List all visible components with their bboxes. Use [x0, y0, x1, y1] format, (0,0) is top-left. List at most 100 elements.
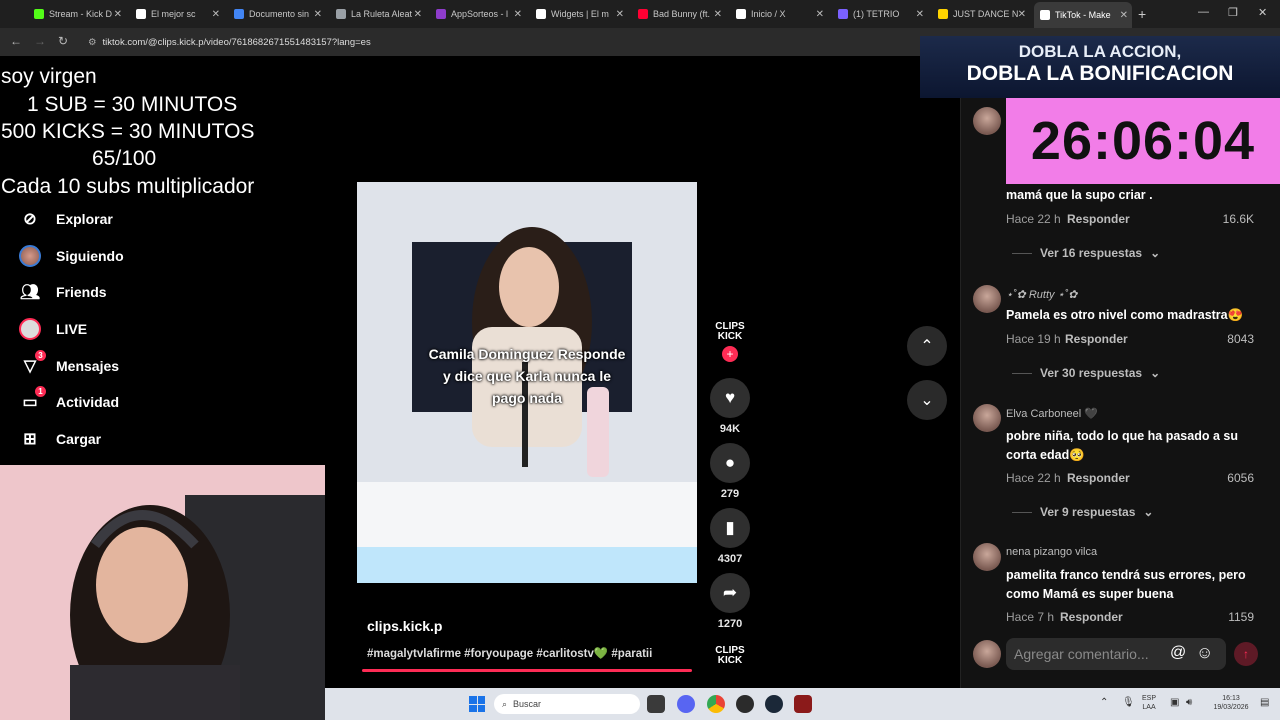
microphone-icon[interactable]: 🎙︎ — [1122, 697, 1135, 708]
language-indicator[interactable]: ESP LAA — [1142, 694, 1156, 712]
tab-close-icon[interactable]: ✕ — [916, 9, 924, 20]
reply-button[interactable]: Responder — [1067, 471, 1130, 485]
creator-avatar[interactable]: CLIPS KICK — [712, 322, 748, 342]
reload-icon[interactable]: ↻ — [58, 34, 68, 48]
sidebar-item-explorar[interactable]: ⊘ Explorar — [18, 207, 113, 231]
view-replies[interactable]: Ver 30 respuestas ⌄ — [1012, 366, 1160, 380]
avatar-icon — [18, 244, 42, 268]
sidebar-item-live[interactable]: LIVE — [18, 317, 87, 341]
chevron-down-icon: ⌄ — [920, 392, 934, 409]
new-tab-button[interactable]: + — [1138, 6, 1146, 22]
tab-close-icon[interactable]: ✕ — [114, 9, 122, 20]
sidebar-item-cargar[interactable]: ⊞ Cargar — [18, 427, 101, 451]
restore-icon[interactable]: ❐ — [1228, 6, 1238, 19]
back-icon[interactable]: ← — [10, 34, 22, 48]
comment-like-count[interactable]: 16.6K — [1194, 212, 1254, 226]
comment-input[interactable]: Agregar comentario... — [1006, 638, 1226, 670]
reply-button[interactable]: Responder — [1065, 332, 1128, 346]
sidebar-item-friends[interactable]: 👥︎ Friends — [18, 280, 107, 304]
notifications-icon[interactable]: ▤ — [1260, 697, 1269, 708]
clock[interactable]: 16:13 19/03/2026 — [1208, 694, 1254, 712]
obs-icon[interactable] — [736, 695, 754, 713]
forward-icon[interactable]: → — [34, 34, 46, 48]
mention-icon[interactable]: @ — [1170, 644, 1186, 662]
promo-banner: DOBLA LA ACCION, DOBLA LA BONIFICACION — [920, 36, 1280, 98]
windows-start-icon[interactable] — [469, 696, 485, 712]
tab-close-icon[interactable]: ✕ — [816, 9, 824, 20]
reply-button[interactable]: Responder — [1060, 610, 1123, 624]
browser-tab[interactable]: Widgets | El m ✕ — [530, 4, 628, 24]
banner-line-1: DOBLA LA ACCION, — [1018, 42, 1182, 61]
chrome-icon[interactable] — [707, 695, 725, 713]
browser-tab[interactable]: Documento sin ✕ — [228, 4, 326, 24]
volume-icon[interactable]: 🔊︎ — [1186, 697, 1192, 708]
previous-video-button[interactable]: ⌃ — [907, 326, 947, 366]
sidebar-item-siguiendo[interactable]: Siguiendo — [18, 244, 124, 268]
sidebar-item-actividad[interactable]: ▭ 1 Actividad — [18, 386, 119, 414]
next-video-button[interactable]: ⌄ — [907, 380, 947, 420]
tab-label: Bad Bunny (ft. — [653, 9, 711, 19]
tray-chevron-icon[interactable]: ⌃ — [1100, 697, 1108, 708]
browser-tab[interactable]: TikTok - Make ✕ — [1034, 2, 1132, 28]
chevron-down-icon: ⌄ — [1143, 505, 1154, 519]
my-avatar — [973, 640, 1001, 668]
comment-avatar[interactable] — [973, 285, 1001, 313]
minimize-icon[interactable]: — — [1198, 6, 1209, 18]
network-icon[interactable]: ▣ — [1170, 697, 1179, 708]
comment-like-count[interactable]: 6056 — [1194, 471, 1254, 485]
send-button[interactable]: ↑ — [1234, 642, 1258, 666]
site-info-icon[interactable]: ⚙ — [88, 37, 97, 48]
discord-icon[interactable] — [677, 695, 695, 713]
comment-avatar[interactable] — [973, 107, 1001, 135]
view-replies[interactable]: Ver 16 respuestas ⌄ — [1012, 246, 1160, 260]
tab-favicon-icon — [736, 9, 746, 19]
sound-disc[interactable]: CLIPS KICK — [712, 646, 748, 666]
comment-author[interactable]: ⋆˚✿ Rutty ⋆˚✿ — [1006, 288, 1077, 301]
browser-tab[interactable]: La Ruleta Aleat ✕ — [330, 4, 426, 24]
video-progress-bar[interactable] — [362, 669, 692, 672]
taskbar-search[interactable]: ⌕ Buscar — [494, 694, 640, 714]
share-button[interactable]: ➦ — [710, 573, 750, 613]
browser-tab[interactable]: Inicio / X ✕ — [730, 4, 828, 24]
close-window-icon[interactable]: ✕ — [1258, 6, 1267, 19]
emoji-icon[interactable]: ☺ — [1196, 643, 1213, 663]
task-view-icon[interactable] — [647, 695, 665, 713]
video-hashtags[interactable]: #magalytvlafirme #foryoupage #carlitostv… — [367, 646, 652, 660]
view-replies[interactable]: Ver 9 respuestas ⌄ — [1012, 505, 1153, 519]
reply-button[interactable]: Responder — [1067, 212, 1130, 226]
tab-close-icon[interactable]: ✕ — [1120, 10, 1128, 21]
video-player[interactable]: Camila Dominguez Responde y dice que Kar… — [357, 182, 697, 583]
comment-like-count[interactable]: 1159 — [1194, 610, 1254, 624]
tab-close-icon[interactable]: ✕ — [714, 9, 722, 20]
follow-button[interactable]: + — [722, 346, 738, 362]
comment-avatar[interactable] — [973, 543, 1001, 571]
comment-button[interactable]: ● — [710, 443, 750, 483]
browser-tab[interactable]: El mejor sc ✕ — [130, 4, 224, 24]
activity-icon: ▭ 1 — [18, 386, 46, 414]
comment-author[interactable]: Elva Carboneel 🖤 — [1006, 407, 1098, 420]
video-author[interactable]: clips.kick.p — [367, 618, 442, 634]
messages-badge: 3 — [35, 350, 46, 361]
sidebar-item-mensajes[interactable]: ▽ 3 Mensajes — [18, 350, 119, 378]
like-button[interactable]: ♥ — [710, 378, 750, 418]
comment-like-count[interactable]: 8043 — [1194, 332, 1254, 346]
app-icon[interactable] — [794, 695, 812, 713]
tab-close-icon[interactable]: ✕ — [616, 9, 624, 20]
browser-tab[interactable]: AppSorteos - l ✕ — [430, 4, 526, 24]
save-button[interactable]: ▮ — [710, 508, 750, 548]
browser-tab[interactable]: JUST DANCE N ✕ — [932, 4, 1030, 24]
tab-close-icon[interactable]: ✕ — [212, 9, 220, 20]
comment-count: 279 — [720, 488, 740, 500]
tab-favicon-icon — [638, 9, 648, 19]
steam-icon[interactable] — [765, 695, 783, 713]
tab-close-icon[interactable]: ✕ — [1018, 9, 1026, 20]
browser-tab[interactable]: Stream - Kick D ✕ — [28, 4, 126, 24]
tab-close-icon[interactable]: ✕ — [314, 9, 322, 20]
tab-close-icon[interactable]: ✕ — [414, 9, 422, 20]
tab-close-icon[interactable]: ✕ — [514, 9, 522, 20]
url-field[interactable]: ⚙ tiktok.com/@clips.kick.p/video/7618682… — [88, 33, 948, 51]
comment-author[interactable]: nena pizango vilca — [1006, 546, 1097, 558]
browser-tab[interactable]: Bad Bunny (ft. ✕ — [632, 4, 726, 24]
browser-tab[interactable]: (1) TETRIO ✕ — [832, 4, 928, 24]
comment-avatar[interactable] — [973, 404, 1001, 432]
